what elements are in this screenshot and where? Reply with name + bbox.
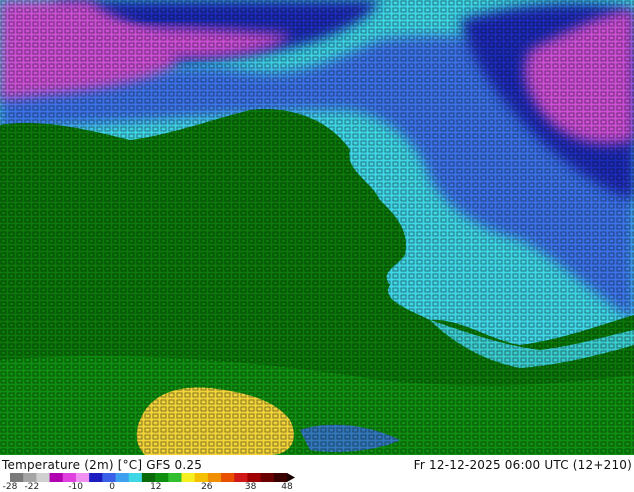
legend-swatch (234, 473, 248, 482)
temperature-map (0, 0, 634, 455)
legend-swatch (247, 473, 262, 482)
color-scale-legend (10, 473, 295, 482)
legend-swatch (194, 473, 209, 482)
legend-swatch (260, 473, 275, 482)
value-grid-overlay (0, 0, 634, 455)
legend-swatch (49, 473, 64, 482)
legend-tick-label: -10 (68, 482, 83, 492)
legend-swatch (89, 473, 103, 482)
weather-map-frame: Temperature (2m) [°C] GFS 0.25 Fr 12-12-… (0, 0, 634, 492)
legend-tick-label: 48 (281, 482, 293, 492)
legend-tick-label: 12 (150, 482, 162, 492)
legend-swatch (141, 473, 156, 482)
legend-swatch (10, 473, 24, 482)
legend-tick-label: 38 (244, 482, 257, 492)
legend-swatch (62, 473, 77, 482)
legend-swatch (155, 473, 169, 482)
map-canvas (0, 0, 634, 455)
legend-tick-label: 26 (201, 482, 213, 492)
legend-tick-label: -22 (24, 482, 40, 492)
legend-swatch (207, 473, 222, 482)
legend-swatch (36, 473, 51, 482)
legend-swatch (23, 473, 37, 482)
legend-swatch (115, 473, 130, 482)
legend-swatch (102, 473, 117, 482)
legend-swatch (221, 473, 235, 482)
legend-arrow-icon (287, 473, 295, 482)
legend-bars (10, 473, 288, 482)
legend-swatch (75, 473, 90, 482)
legend-swatch (273, 473, 288, 482)
legend-swatch (168, 473, 182, 482)
label-row: Temperature (2m) [°C] GFS 0.25 Fr 12-12-… (2, 458, 632, 474)
legend-swatch (128, 473, 143, 482)
legend-tick-label: 0 (109, 482, 115, 492)
legend-tick-label: -28 (2, 482, 18, 492)
forecast-datetime: Fr 12-12-2025 06:00 UTC (12+210) (413, 458, 632, 472)
legend-swatch (181, 473, 196, 482)
map-footer: Temperature (2m) [°C] GFS 0.25 Fr 12-12-… (0, 455, 634, 492)
map-title: Temperature (2m) [°C] GFS 0.25 (2, 458, 203, 472)
legend-tick-labels: -28 -22 -10 0 12 26 38 48 (0, 482, 634, 492)
